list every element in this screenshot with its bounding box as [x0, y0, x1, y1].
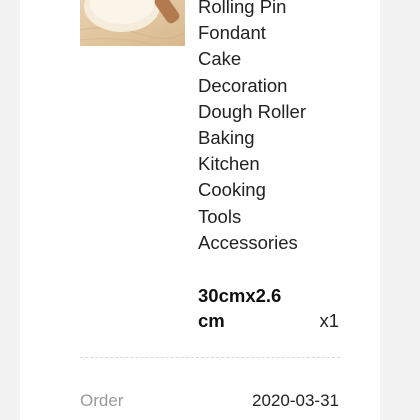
product-title[interactable]: Rolling Pin Fondant Cake Decoration Doug…	[198, 0, 338, 256]
order-item-card: Rolling Pin Fondant Cake Decoration Doug…	[20, 0, 380, 420]
order-date: 2020-03-31	[252, 391, 339, 410]
dashed-divider	[80, 357, 340, 358]
product-quantity: x1	[319, 310, 339, 331]
order-label: Order	[80, 391, 124, 410]
product-variant: 30cmx2.6 cm	[198, 285, 282, 331]
product-image[interactable]	[80, 0, 185, 46]
product-photo-icon	[80, 0, 185, 46]
